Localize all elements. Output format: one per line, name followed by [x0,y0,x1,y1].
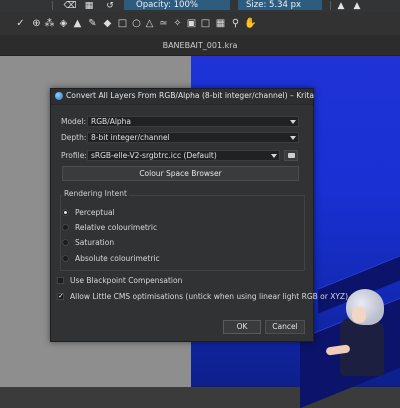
chevron-down-icon [271,154,277,158]
cancel-button[interactable]: Cancel [265,320,305,334]
blackpoint-label: Use Blackpoint Compensation [70,275,183,285]
eraser-icon[interactable]: ⌫ [64,0,77,11]
radio-icon [62,238,69,246]
rect-select-icon[interactable]: □ [117,18,128,29]
radio-icon [62,254,69,262]
depth-select[interactable]: 8-bit integer/channel [87,132,299,143]
smart-patch-icon[interactable]: ⁂ [44,18,55,29]
model-select[interactable]: RGB/Alpha [87,116,299,127]
intent-label: Perceptual [75,207,115,217]
chevron-down-icon [290,120,296,124]
colour-space-browser-button[interactable]: Colour Space Browser [62,166,299,181]
reset-icon[interactable]: ↺ [104,0,116,11]
polygon-select-icon[interactable]: △ [144,18,155,29]
zoom-tool-icon[interactable]: ⚲ [230,18,241,29]
folder-icon [288,153,295,158]
size-label: Size: 5.34 px [246,0,302,10]
opacity-label: Opacity: 100% [136,0,198,10]
intent-saturation[interactable]: Saturation [62,237,114,247]
checker-icon[interactable]: ▦ [84,0,94,11]
transform-tool-icon[interactable]: ⊕ [31,18,42,29]
blackpoint-checkbox[interactable]: Use Blackpoint Compensation [57,275,182,285]
separator [330,1,331,10]
bezier-select-icon[interactable]: □ [200,18,211,29]
chevron-down-icon [290,136,296,140]
ok-button[interactable]: OK [223,320,261,334]
intent-label: Saturation [75,237,115,247]
dialog-title: Convert All Layers From RGB/Alpha (8-bit… [66,91,315,100]
pan-tool-icon[interactable]: ✋ [244,18,256,29]
model-value: RGB/Alpha [91,117,132,126]
depth-label: Depth: [61,133,87,142]
lcms-checkbox[interactable]: ✓ Allow Little CMS optimisations (untick… [57,291,348,301]
contiguous-select-icon[interactable]: ✧ [172,18,183,29]
profile-select[interactable]: sRGB-elle-V2-srgbtrc.icc (Default) [87,150,280,161]
krita-icon [55,92,63,100]
intent-relative-colourimetric[interactable]: Relative colourimetric [62,222,157,232]
mirror-h-icon[interactable]: ▲ [336,0,346,11]
dialog-titlebar[interactable]: Convert All Layers From RGB/Alpha (8-bit… [51,89,315,105]
model-label: Model: [61,117,87,126]
lcms-label: Allow Little CMS optimisations (untick w… [70,291,348,301]
fill-tool-icon[interactable]: ◈ [58,18,69,29]
checkbox-icon [57,276,64,284]
mirror-v-icon[interactable]: ▲ [352,0,362,11]
document-title[interactable]: BANEBAIT_001.kra [0,41,400,50]
ellipse-select-icon[interactable]: ○ [131,18,142,29]
colorpicker-tool-icon[interactable]: ✎ [87,18,98,29]
profile-open-button[interactable] [284,150,298,161]
intent-label: Relative colourimetric [75,222,158,232]
artwork-figure-face [352,307,366,323]
opacity-slider[interactable]: Opacity: 100% [124,0,230,10]
profile-value: sRGB-elle-V2-srgbtrc.icc (Default) [91,151,217,160]
profile-label: Profile: [61,151,87,160]
intent-perceptual[interactable]: Perceptual [62,207,115,217]
brush-tool-icon[interactable]: ✓ [15,18,26,29]
convert-colorspace-dialog: Convert All Layers From RGB/Alpha (8-bit… [50,88,348,342]
tool-options-bar: ✓ ⊕ ⁂ ◈ ▲ ✎ ◆ □ ○ △ ≃ ✧ ▣ □ ▦ ⚲ ✋ [0,12,400,35]
rendering-intent-title: Rendering Intent [62,189,129,198]
intent-absolute-colourimetric[interactable]: Absolute colourimetric [62,253,160,263]
size-slider[interactable]: Size: 5.34 px [238,0,322,10]
assistant-tool-icon[interactable]: ◆ [102,18,113,29]
depth-value: 8-bit integer/channel [91,133,170,142]
similar-select-icon[interactable]: ▣ [186,18,197,29]
separator [52,1,53,10]
freehand-select-icon[interactable]: ≃ [158,18,169,29]
magnetic-select-icon[interactable]: ▦ [215,18,226,29]
gradient-tool-icon[interactable]: ▲ [72,18,83,29]
radio-icon [62,223,69,231]
intent-label: Absolute colourimetric [75,253,160,263]
checkmark-icon: ✓ [57,291,64,300]
radio-selected-icon [62,208,69,216]
